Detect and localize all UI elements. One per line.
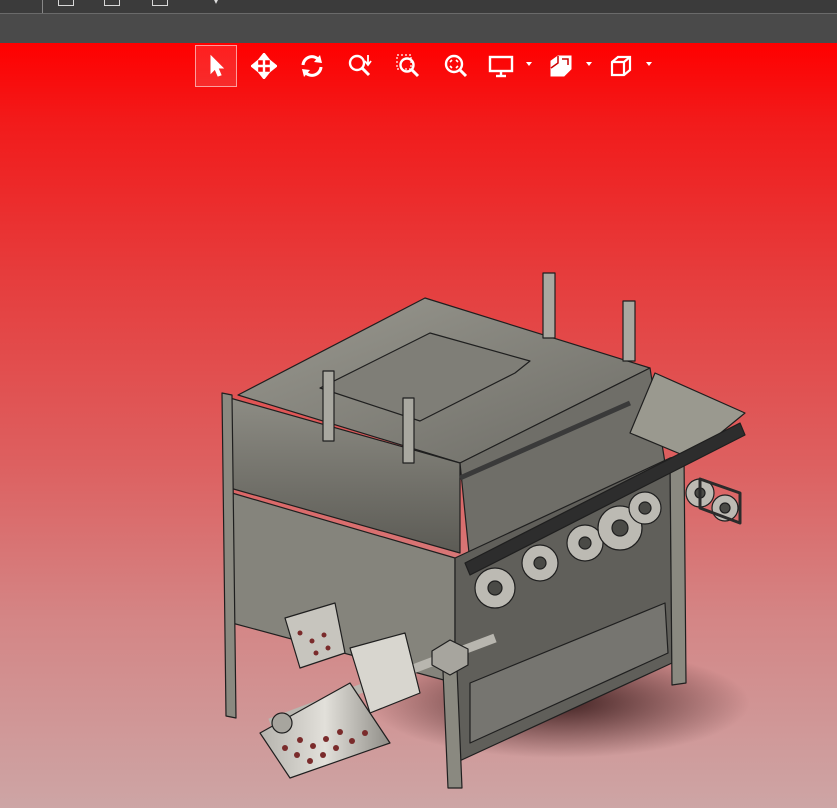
title-bar: ▾ <box>0 0 837 14</box>
graphics-area[interactable] <box>0 43 837 808</box>
save-copy-icon[interactable] <box>104 0 120 6</box>
adjust-rod-1 <box>542 272 556 339</box>
leg-back-right <box>669 454 687 686</box>
adjust-rod-4 <box>402 397 415 464</box>
adjust-rod-2 <box>622 300 636 362</box>
menu-icon[interactable] <box>58 0 74 6</box>
command-manager-strip <box>0 14 837 43</box>
toolbar-separator <box>42 0 43 13</box>
dropdown-caret-icon[interactable]: ▾ <box>214 0 222 6</box>
3d-machine-model[interactable] <box>0 43 837 808</box>
print-icon[interactable] <box>152 0 168 6</box>
adjust-rod-3 <box>322 370 335 442</box>
